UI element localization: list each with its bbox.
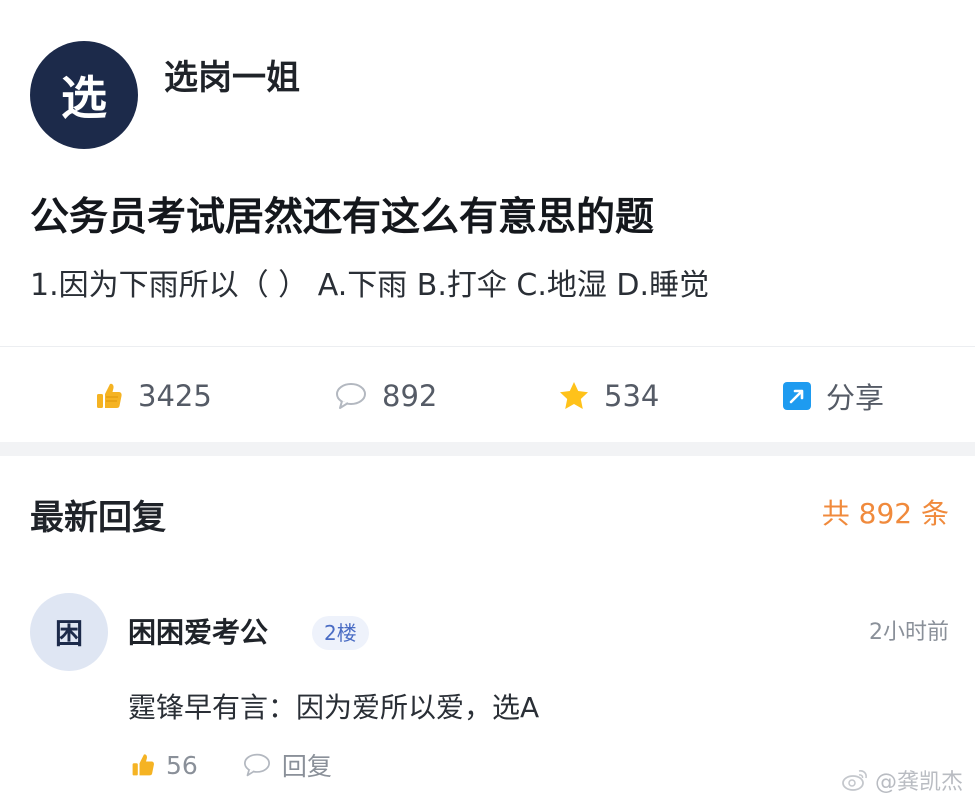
weibo-icon: [841, 768, 869, 792]
reply-like-button[interactable]: 56: [130, 751, 198, 780]
share-button[interactable]: 分享: [782, 374, 884, 418]
comment-count: 892: [382, 379, 438, 413]
post-body: 1.因为下雨所以（ ） A.下雨 B.打伞 C.地湿 D.睡觉: [30, 268, 710, 303]
favorite-count: 534: [604, 379, 660, 413]
comment-icon: [242, 752, 272, 778]
thumbs-up-icon: [94, 381, 124, 411]
like-count: 3425: [138, 379, 212, 413]
post-title: 公务员考试居然还有这么有意思的题: [30, 195, 655, 240]
reply-time: 2小时前: [869, 620, 949, 645]
post-card: 选 选岗一姐 公务员考试居然还有这么有意思的题 1.因为下雨所以（ ） A.下雨…: [0, 0, 975, 440]
reply-author[interactable]: 困困爱考公: [128, 613, 268, 653]
reply-reply-label: 回复: [281, 752, 332, 781]
comment-button[interactable]: 892: [334, 374, 437, 418]
favorite-button[interactable]: 534: [558, 374, 659, 418]
like-button[interactable]: 3425: [94, 374, 212, 418]
avatar[interactable]: 困: [30, 593, 108, 671]
reply-actions: 56 回复: [130, 745, 376, 785]
replies-count: 共 892 条: [821, 497, 949, 530]
reply-item: 困 困困爱考公 2楼 2小时前 霆锋早有言：因为爱所以爱，选A 56 回复: [0, 585, 975, 803]
reply-like-count: 56: [166, 750, 198, 780]
watermark: @龚凯杰: [841, 764, 963, 796]
comment-icon: [334, 381, 368, 411]
star-icon: [558, 380, 590, 412]
watermark-text: @龚凯杰: [874, 770, 963, 795]
section-separator: [0, 442, 975, 456]
share-label: 分享: [826, 381, 885, 415]
thumbs-up-icon: [130, 752, 156, 778]
share-icon: [782, 381, 812, 411]
replies-header-title: 最新回复: [30, 498, 166, 538]
author-name[interactable]: 选岗一姐: [164, 56, 300, 100]
author-avatar[interactable]: 选: [30, 41, 138, 149]
reply-reply-button[interactable]: 回复: [242, 747, 332, 783]
floor-badge: 2楼: [312, 616, 369, 650]
reply-text: 霆锋早有言：因为爱所以爱，选A: [128, 691, 540, 724]
post-action-bar: 3425 892 534 分享: [0, 347, 975, 442]
